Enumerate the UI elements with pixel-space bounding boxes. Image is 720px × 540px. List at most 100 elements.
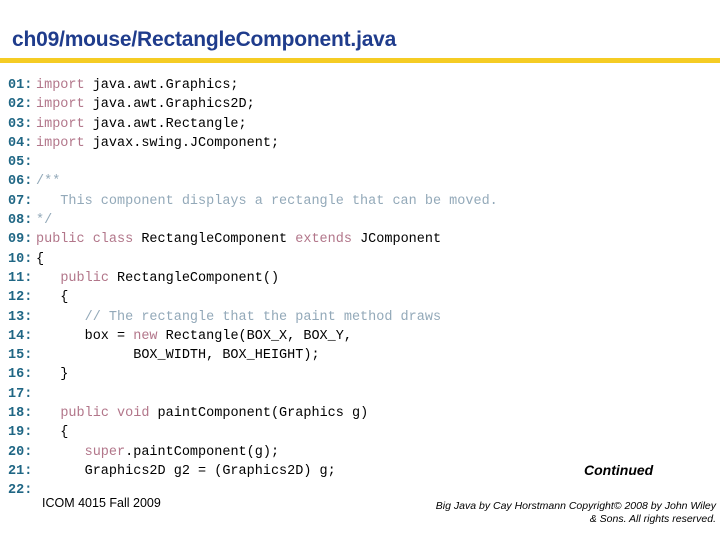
code-line: 02: import java.awt.Graphics2D;: [0, 95, 720, 114]
code-token-txt: java.awt.Rectangle;: [84, 116, 247, 132]
code-line-text: public RectangleComponent(): [36, 271, 279, 286]
code-line-number: 09:: [8, 232, 33, 248]
code-line-number: 10:: [8, 251, 33, 267]
code-line-number: 18:: [8, 406, 33, 422]
code-line-text: import java.awt.Graphics;: [36, 78, 239, 93]
code-line-text: {: [36, 290, 68, 305]
code-line: 15: BOX_WIDTH, BOX_HEIGHT);: [0, 346, 720, 365]
code-line-text: Graphics2D g2 = (Graphics2D) g;: [36, 464, 336, 479]
code-line: 11: public RectangleComponent(): [0, 269, 720, 288]
code-token-txt: RectangleComponent(): [108, 270, 280, 286]
code-token-txt: javax.swing.JComponent;: [84, 135, 280, 151]
code-line: 05:: [0, 153, 720, 172]
code-line-text: BOX_WIDTH, BOX_HEIGHT);: [36, 348, 320, 364]
footer-copyright-line-2: & Sons. All rights reserved.: [589, 513, 716, 525]
code-token-cmt: /**: [36, 174, 61, 190]
code-line-text: public class RectangleComponent extends …: [36, 232, 441, 247]
code-token-txt: {: [36, 290, 69, 306]
code-line-number: 11:: [8, 270, 33, 286]
code-token-kw: super: [84, 444, 126, 460]
code-line: 12: {: [0, 288, 720, 307]
code-line: 01: import java.awt.Graphics;: [0, 76, 720, 95]
code-token-cmt: */: [36, 213, 53, 229]
code-line-text: {: [36, 252, 44, 267]
code-line-number: 08:: [8, 213, 33, 229]
code-listing: 01: import java.awt.Graphics; 02: import ja…: [0, 76, 720, 501]
code-token-txt: JComponent: [351, 232, 442, 248]
code-line-number: 14:: [8, 328, 33, 344]
code-line-number: 16:: [8, 367, 33, 383]
code-token-kw: import: [36, 78, 85, 93]
code-token-txt: {: [36, 425, 69, 441]
code-token-txt: box =: [36, 328, 134, 344]
code-line-text: /**: [36, 174, 60, 189]
code-line-number: 22:: [8, 483, 33, 499]
code-line-text: import java.awt.Rectangle;: [36, 117, 247, 132]
code-token-txt: .paintComponent(g);: [125, 444, 280, 460]
code-line-number: 06:: [8, 174, 33, 190]
code-line-text: // The rectangle that the paint method d…: [36, 310, 441, 325]
code-token-cmt: // The rectangle that the paint method d…: [84, 309, 442, 325]
code-line-number: 21:: [8, 463, 33, 479]
code-line-number: 04:: [8, 135, 33, 151]
code-token-kw: import: [36, 116, 85, 132]
code-line-text: import java.awt.Graphics2D;: [36, 97, 255, 112]
code-token-txt: java.awt.Graphics;: [84, 78, 239, 93]
footer-course-label: ICOM 4015 Fall 2009: [42, 496, 161, 510]
code-token-kw: import: [36, 135, 85, 151]
code-line-number: 03:: [8, 116, 33, 132]
code-token-txt: java.awt.Graphics2D;: [84, 97, 255, 113]
code-line: 17:: [0, 385, 720, 404]
code-token-txt: paintComponent(Graphics g): [149, 406, 369, 422]
footer-copyright: Big Java by Cay Horstmann Copyright© 200…: [336, 500, 716, 526]
code-line: 18: public void paintComponent(Graphics …: [0, 404, 720, 423]
code-line-text: box = new Rectangle(BOX_X, BOX_Y,: [36, 329, 352, 344]
code-line: 20: super.paintComponent(g);: [0, 443, 720, 462]
code-line-number: 07:: [8, 193, 33, 209]
code-line-number: 01:: [8, 78, 33, 93]
page-title: ch09/mouse/RectangleComponent.java: [12, 28, 397, 51]
code-token-kw: public void: [60, 406, 150, 422]
code-token-kw: public class: [36, 232, 134, 248]
code-line: 04: import javax.swing.JComponent;: [0, 134, 720, 153]
code-line-text: */: [36, 213, 52, 228]
title-divider: [0, 58, 720, 63]
code-line: 06:/**: [0, 172, 720, 191]
code-token-kw: extends: [295, 232, 352, 248]
code-token-txt: Graphics2D g2 = (Graphics2D) g;: [36, 463, 336, 479]
code-line-number: 12:: [8, 290, 33, 306]
code-line: 08: */: [0, 211, 720, 230]
code-line-number: 17:: [8, 386, 33, 402]
code-line-number: 15:: [8, 348, 33, 364]
code-line-text: This component displays a rectangle that…: [36, 193, 498, 209]
code-line: 09: public class RectangleComponent exten…: [0, 230, 720, 249]
code-line-text: {: [36, 425, 68, 440]
code-line-number: 13:: [8, 309, 33, 325]
code-line-number: 02:: [8, 97, 33, 113]
code-token-txt: BOX_WIDTH, BOX_HEIGHT);: [36, 348, 320, 364]
code-line-text: import javax.swing.JComponent;: [36, 136, 279, 151]
code-line: 13: // The rectangle that the paint meth…: [0, 308, 720, 327]
code-line: 14: box = new Rectangle(BOX_X, BOX_Y,: [0, 327, 720, 346]
code-line-number: 19:: [8, 425, 33, 441]
code-token-txt: }: [36, 367, 69, 383]
continued-label: Continued: [584, 462, 654, 478]
code-line: 16: }: [0, 365, 720, 384]
code-token-kw: new: [133, 328, 158, 344]
code-line: 03: import java.awt.Rectangle;: [0, 115, 720, 134]
code-token-kw: public: [60, 270, 109, 286]
code-line-text: public void paintComponent(Graphics g): [36, 406, 368, 421]
code-token-cmt: This component displays a rectangle that…: [36, 193, 498, 209]
code-line-text: }: [36, 367, 68, 382]
code-line-text: super.paintComponent(g);: [36, 445, 279, 460]
code-line: 07: This component displays a rectangle …: [0, 192, 720, 211]
code-token-txt: RectangleComponent: [133, 232, 296, 248]
code-line-number: 20:: [8, 444, 33, 460]
code-line-number: 05:: [8, 155, 33, 171]
code-token-txt: {: [36, 251, 45, 267]
code-line: 19: {: [0, 423, 720, 442]
code-token-kw: import: [36, 97, 85, 113]
